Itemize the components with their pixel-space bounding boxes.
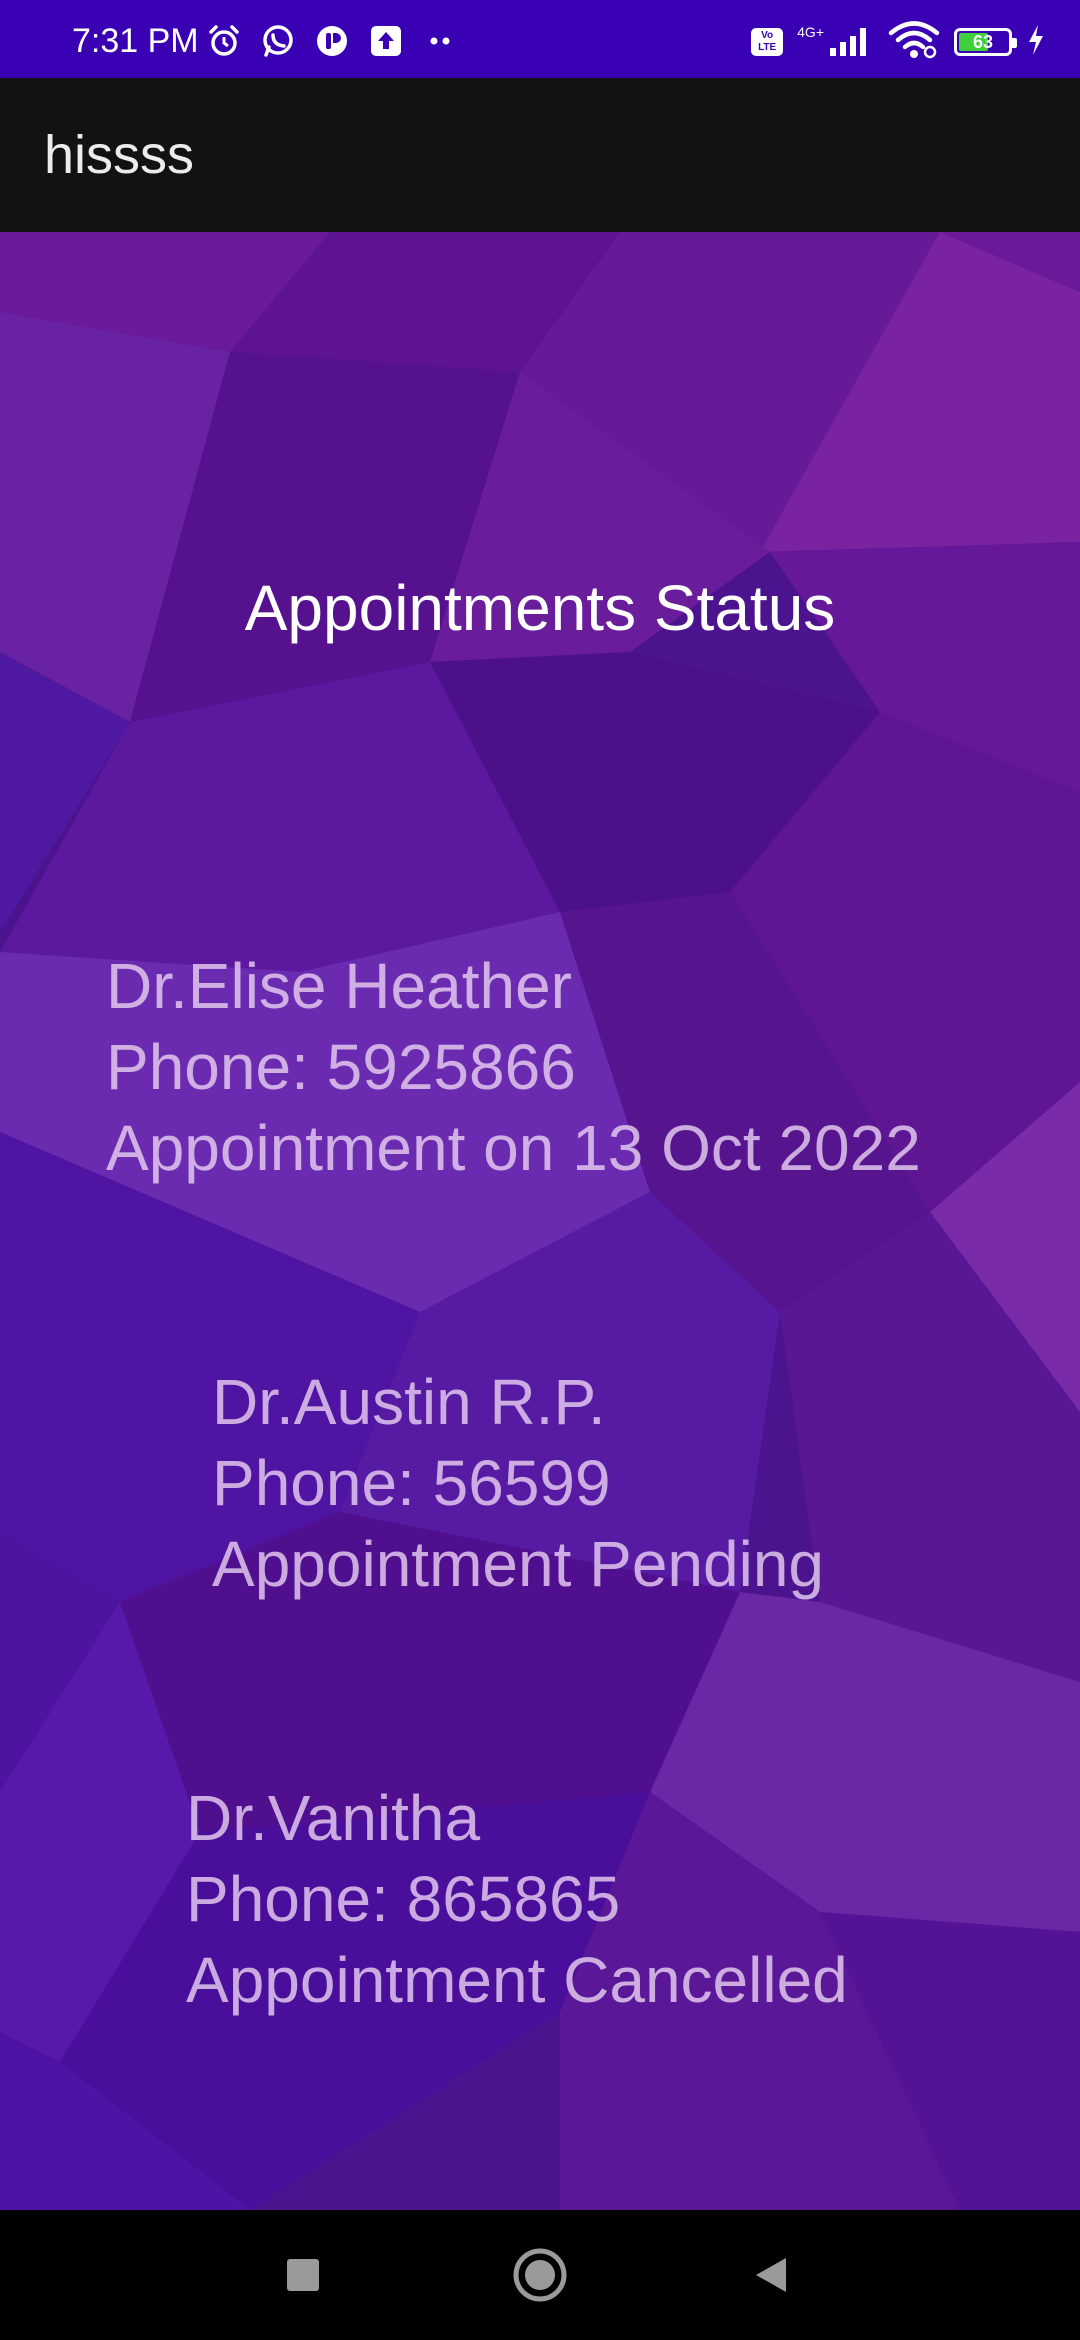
- volte-icon: Vo LTE: [751, 28, 784, 56]
- doctor-name: Dr.Austin R.P.: [212, 1366, 606, 1438]
- app-title: hissss: [44, 125, 195, 185]
- page-title: Appointments Status: [244, 572, 836, 644]
- appointment-status: Appointment on 13 Oct 2022: [106, 1112, 921, 1184]
- app-bar: hissss: [0, 78, 1080, 232]
- doctor-name: Dr.Vanitha: [186, 1782, 481, 1854]
- square-icon: [287, 2259, 319, 2291]
- app-notification-icon: [314, 23, 350, 64]
- system-icons: Vo LTE 4G+ 63: [751, 20, 1046, 65]
- screen: 7:31 PM Vo LTE 4G+ 63 hissss Appointment…: [0, 0, 1080, 2340]
- notification-icons: [206, 24, 458, 60]
- triangle-back-icon: [756, 2258, 786, 2292]
- status-time: 7:31 PM: [72, 22, 199, 60]
- upload-icon: [368, 23, 404, 64]
- battery-icon: 63: [954, 28, 1017, 56]
- battery-level: 63: [972, 31, 994, 52]
- alarm-icon: [206, 23, 242, 64]
- appointment-card: Dr.Elise Heather Phone: 5925866 Appointm…: [106, 946, 921, 1189]
- appointment-card: Dr.Vanitha Phone: 865865 Appointment Can…: [186, 1778, 848, 2021]
- signal-icon: [828, 22, 874, 63]
- appointment-status: Appointment Cancelled: [186, 1944, 848, 2016]
- home-button[interactable]: [495, 2230, 585, 2320]
- doctor-phone: Phone: 865865: [186, 1863, 621, 1935]
- recents-button[interactable]: [258, 2230, 348, 2320]
- status-bar: 7:31 PM Vo LTE 4G+ 63: [0, 0, 1080, 78]
- appointment-card: Dr.Austin R.P. Phone: 56599 Appointment …: [212, 1362, 824, 1605]
- charging-icon: [1026, 23, 1046, 62]
- system-nav-bar: [0, 2210, 1080, 2340]
- doctor-phone: Phone: 5925866: [106, 1031, 576, 1103]
- circle-home-icon: [513, 2248, 567, 2302]
- more-dots-icon: [422, 23, 458, 64]
- appointments-screen: Appointments Status Dr.Elise Heather Pho…: [0, 232, 1080, 2210]
- network-type-label: 4G+: [797, 24, 824, 40]
- appointment-status: Appointment Pending: [212, 1528, 824, 1600]
- doctor-phone: Phone: 56599: [212, 1447, 611, 1519]
- doctor-name: Dr.Elise Heather: [106, 950, 572, 1022]
- wifi-icon: [888, 20, 940, 65]
- whatsapp-icon: [260, 23, 296, 64]
- back-button[interactable]: [727, 2230, 817, 2320]
